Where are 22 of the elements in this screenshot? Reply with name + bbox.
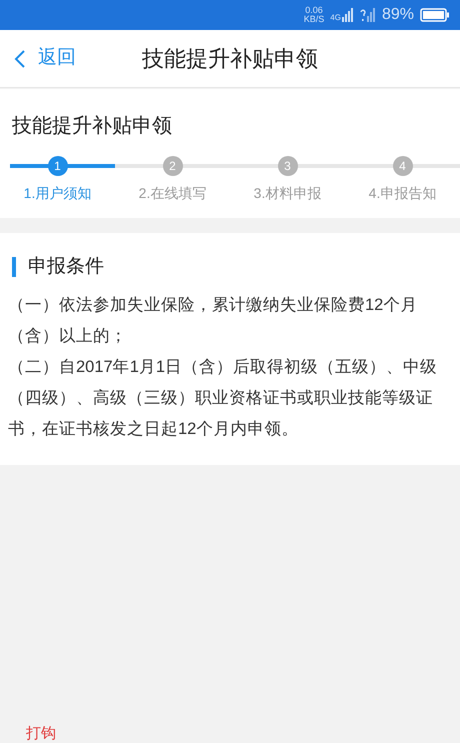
step-number: 4 (392, 156, 412, 176)
section-title: 申报条件 (28, 255, 104, 279)
step-label[interactable]: 3.材料申报 (254, 183, 322, 204)
step-label[interactable]: 2.在线填写 (138, 183, 206, 204)
battery-icon (420, 8, 450, 22)
step-number: 1 (48, 156, 68, 176)
signal-icon (342, 8, 354, 22)
note-text: 打钩 (26, 724, 56, 743)
step-label[interactable]: 1.用户须知 (24, 183, 92, 204)
network-type: 4G (330, 14, 341, 22)
form-title: 技能提升补贴申领 (11, 114, 173, 139)
condition-text: （二）自2017年1月1日（含）后取得初级（五级）、中级（四级）、高级（三级）职业资格证书或职业技能等级证书，在证书核发之日起12个月内申领。 (7, 356, 438, 440)
back-button[interactable]: 返回 (0, 44, 76, 73)
step-number: 3 (278, 156, 298, 176)
no-signal-icon (360, 8, 376, 22)
page-title: 技能提升补贴申领 (141, 45, 319, 73)
step-number: 2 (162, 156, 182, 176)
network-speed: 0.06 KB/S (304, 6, 324, 24)
accent-bar (12, 257, 16, 278)
condition-text: （一）依法参加失业保险，累计缴纳失业保险费12个月（含）以上的； (7, 294, 418, 346)
battery-percent: 89% (382, 5, 414, 25)
step-label[interactable]: 4.申报告知 (368, 183, 436, 204)
